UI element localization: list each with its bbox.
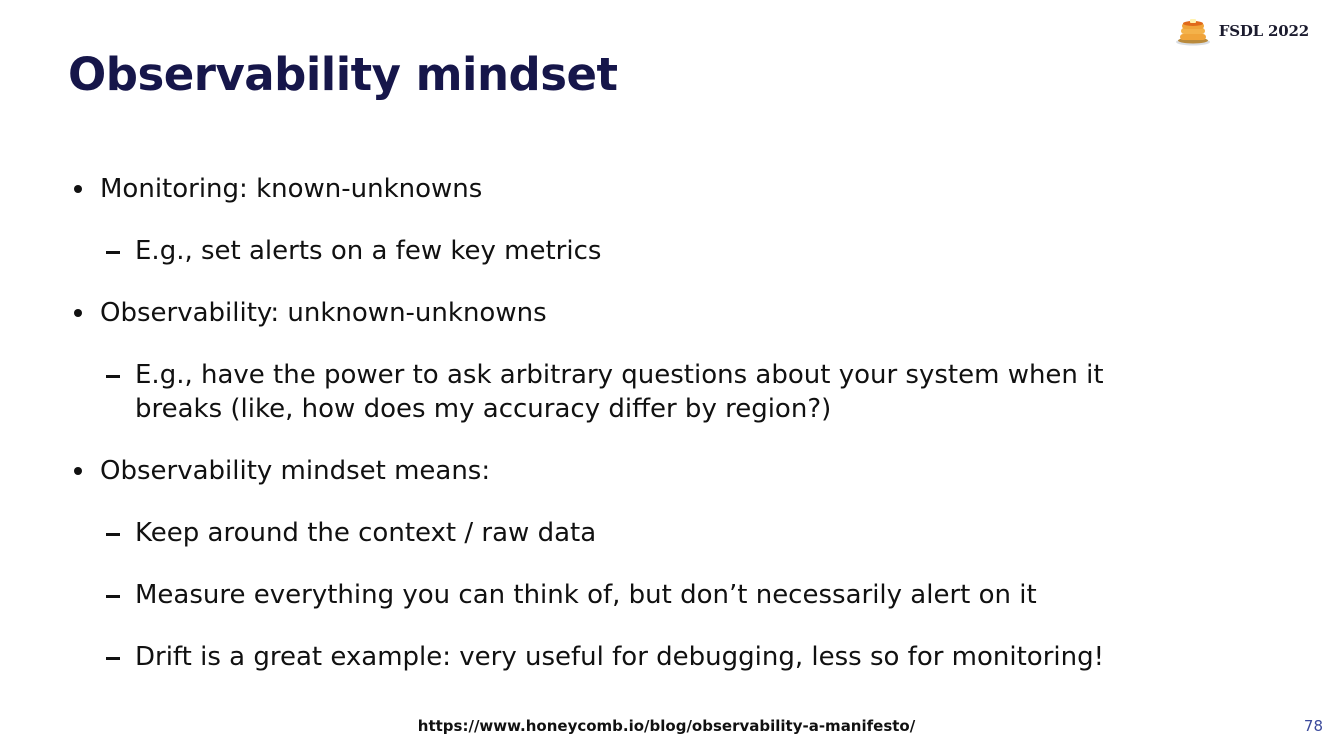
- bullet-text: Observability: unknown-unknowns: [100, 298, 547, 328]
- sub-bullet-text: Measure everything you can think of, but…: [135, 580, 1037, 610]
- bullet-text: Observability mindset means:: [100, 456, 491, 486]
- dash-icon: [106, 375, 120, 378]
- dash-icon: [106, 595, 120, 598]
- dash-icon: [106, 251, 120, 254]
- sub-bullet-text: Drift is a great example: very useful fo…: [135, 642, 1105, 672]
- dash-icon: [106, 533, 120, 536]
- bullet-dot-icon: [74, 185, 82, 193]
- bullet-dot-icon: [74, 467, 82, 475]
- sub-bullet-text: E.g., have the power to ask arbitrary qu…: [135, 360, 1104, 424]
- sub-bullet-text: Keep around the context / raw data: [135, 518, 597, 548]
- slide: FSDL 2022 Observability mindset Monitori…: [0, 0, 1333, 750]
- page-number: 78: [1303, 717, 1323, 735]
- bullet-text: Monitoring: known-unknowns: [100, 174, 483, 204]
- reference-link[interactable]: https://www.honeycomb.io/blog/observabil…: [0, 717, 1333, 735]
- sub-bullet-text: E.g., set alerts on a few key metrics: [135, 236, 602, 266]
- dash-icon: [106, 657, 120, 660]
- bullet-dot-icon: [74, 309, 82, 317]
- bullet-list: Monitoring: known-unknowns E.g., set ale…: [0, 0, 1333, 750]
